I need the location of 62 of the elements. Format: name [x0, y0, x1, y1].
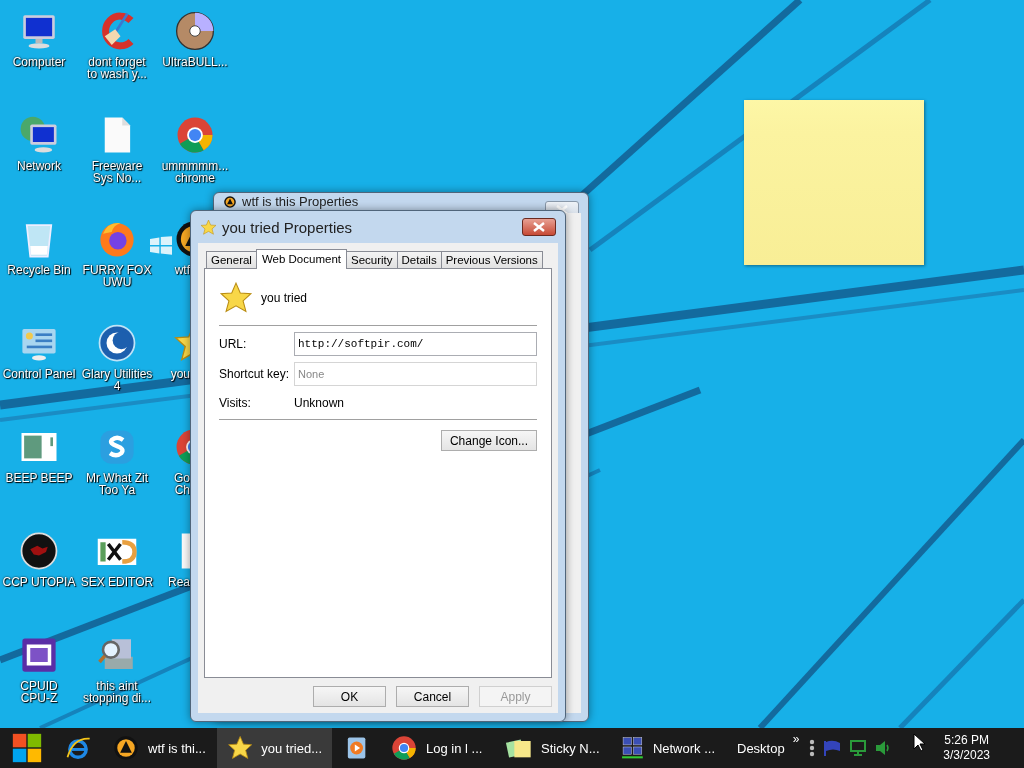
- icon-label[interactable]: Mr What Zit Too Ya: [86, 472, 148, 496]
- star-icon: [227, 734, 254, 762]
- dialog-button[interactable]: Cancel: [396, 686, 469, 707]
- field-label: Visits:: [219, 396, 252, 410]
- icon-label[interactable]: Recycle Bin: [7, 264, 71, 276]
- field-label: Shortcut key:: [219, 367, 291, 381]
- icon-label[interactable]: FURRY FOX UWU: [82, 264, 152, 288]
- windows-logo-icon: [150, 236, 172, 255]
- icon-label[interactable]: CCP UTOPIA: [2, 576, 76, 588]
- tab[interactable]: Security: [345, 251, 398, 268]
- icon-label[interactable]: BEEP BEEP: [5, 472, 73, 484]
- dialog-button[interactable]: OK: [313, 686, 386, 707]
- icon-label[interactable]: wtf: [174, 264, 190, 276]
- chevron-button[interactable]: »: [792, 732, 800, 746]
- close-icon: [533, 222, 545, 232]
- star-icon: [200, 218, 217, 236]
- window-title: wtf is this Properties: [242, 195, 360, 209]
- icon-label[interactable]: Rea: [168, 576, 190, 588]
- icon-label[interactable]: ummmmm... chrome: [161, 160, 229, 184]
- field-value: Unknown: [294, 396, 346, 410]
- icon-label[interactable]: UltraBULL...: [162, 56, 228, 68]
- field-label: URL:: [219, 337, 248, 351]
- close-button[interactable]: [522, 218, 556, 236]
- tab[interactable]: Previous Versions: [440, 251, 543, 268]
- icon-label[interactable]: Control Panel: [2, 368, 76, 380]
- cursor-icon: [913, 733, 925, 752]
- icon-label[interactable]: SEX EDITOR: [80, 576, 154, 588]
- change-icon-button[interactable]: Change Icon...: [440, 430, 537, 451]
- toolbar-label[interactable]: Desktop: [737, 740, 785, 756]
- icon-label[interactable]: Glary Utilities 4: [81, 368, 153, 392]
- close-icon: [556, 205, 568, 215]
- crescent-icon: [96, 322, 138, 364]
- overflow-icon[interactable]: [809, 739, 816, 757]
- taskbar-button[interactable]: Log in l ...: [380, 728, 495, 768]
- icon-label[interactable]: Go Ch: [174, 472, 190, 496]
- windows-logo-icon: [10, 731, 44, 765]
- media-icon: [223, 195, 237, 209]
- star-icon: [219, 281, 253, 315]
- icon-label[interactable]: this aint stopping di...: [82, 680, 151, 704]
- tab[interactable]: General: [206, 251, 257, 268]
- media-icon: [112, 734, 140, 762]
- icon-label[interactable]: Network: [17, 160, 61, 172]
- dark-circle-icon: [18, 530, 60, 572]
- taskbar-button[interactable]: you tried...: [217, 728, 332, 768]
- icon-label[interactable]: you: [170, 368, 190, 380]
- file-name: you tried: [261, 291, 308, 305]
- taskbar-button[interactable]: wtf is thi...: [102, 728, 217, 768]
- icon-label[interactable]: dont forget to wash y...: [87, 56, 147, 80]
- disc-icon: [174, 10, 216, 52]
- monitor-icon[interactable]: [849, 740, 868, 756]
- window-title: you tried Properties: [222, 218, 354, 236]
- text-field[interactable]: http://softpir.com/: [294, 332, 537, 356]
- tab[interactable]: Web Document: [255, 249, 347, 269]
- browser-icon: [390, 734, 418, 762]
- icon-label[interactable]: Freeware Sys No...: [91, 160, 143, 184]
- tab[interactable]: Details: [396, 251, 442, 268]
- clock-date[interactable]: 3/3/2023: [943, 748, 990, 763]
- icon-label[interactable]: CPUID CPU-Z: [20, 680, 58, 704]
- clock-time[interactable]: 5:26 PM: [944, 733, 989, 748]
- taskbar-button[interactable]: Network ...: [610, 728, 725, 768]
- icon-label[interactable]: Computer: [12, 56, 66, 68]
- taskbar-button[interactable]: Sticky N...: [495, 728, 610, 768]
